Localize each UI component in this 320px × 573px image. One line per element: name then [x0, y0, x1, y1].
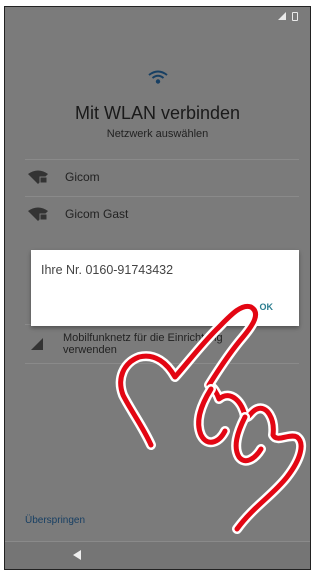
dialog-message: Ihre Nr. 0160-91743432 [41, 263, 174, 277]
navigation-bar [5, 541, 310, 569]
battery-icon [292, 12, 298, 21]
network-item-gicom-gast[interactable]: Gicom Gast [25, 196, 299, 231]
wifi-lock-icon [28, 207, 48, 221]
mobile-data-option[interactable]: Mobilfunknetz für die Einrichtung verwen… [25, 324, 299, 364]
skip-link[interactable]: Überspringen [25, 515, 85, 526]
back-icon[interactable] [73, 550, 81, 560]
device-screen: Mit WLAN verbinden Netzwerk auswählen Gi… [4, 6, 311, 570]
ok-button[interactable]: OK [256, 300, 278, 314]
message-dialog: Ihre Nr. 0160-91743432 OK [31, 250, 299, 326]
status-icons [278, 12, 298, 21]
wifi-lock-icon [28, 170, 48, 184]
network-item-gicom[interactable]: Gicom [25, 159, 299, 194]
network-label: Gicom [65, 170, 100, 184]
page-title: Mit WLAN verbinden [74, 103, 241, 123]
cellular-signal-icon [31, 338, 43, 350]
status-bar [5, 7, 310, 29]
mobile-data-label: Mobilfunknetz für die Einrichtung verwen… [63, 332, 223, 356]
page-subtitle: Netzwerk auswählen [106, 128, 209, 140]
network-label: Gicom Gast [65, 207, 129, 221]
wifi-icon [5, 69, 310, 90]
signal-icon [278, 12, 286, 20]
